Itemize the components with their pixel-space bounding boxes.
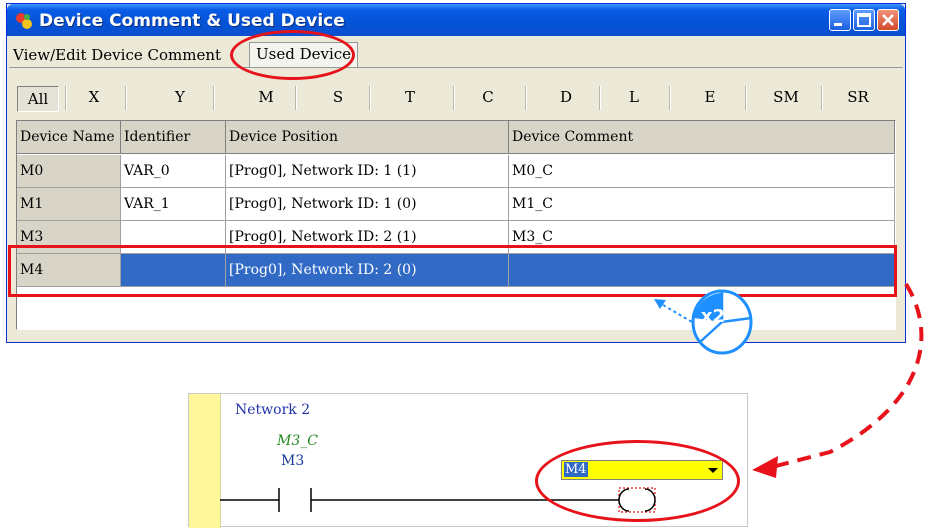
dropdown-highlight-ring [535,440,740,522]
double-click-badge: x2 [700,306,726,327]
red-dashed-arrow [775,282,924,468]
callout-arrowhead-icon [654,299,666,309]
red-arrowhead-icon [752,456,778,478]
callout-pointer [657,301,693,323]
